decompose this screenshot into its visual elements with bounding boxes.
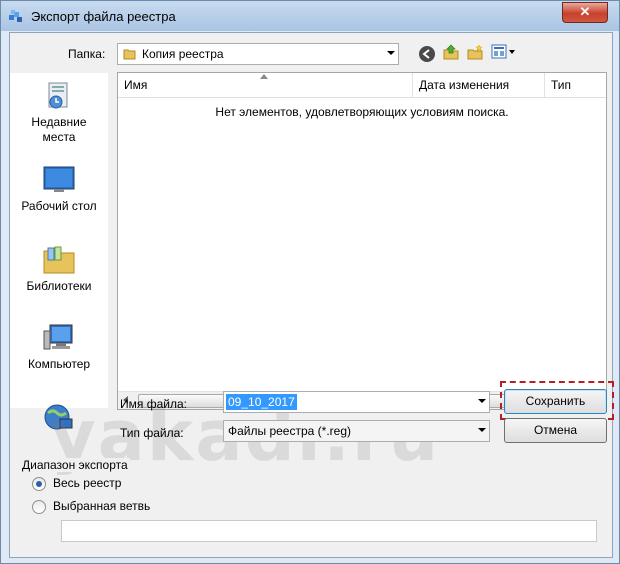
- computer-icon: [42, 323, 76, 353]
- filename-value: 09_10_2017: [226, 394, 297, 410]
- title-bar[interactable]: Экспорт файла реестра ✕: [1, 1, 619, 31]
- back-icon[interactable]: [418, 45, 436, 63]
- filename-label: Имя файла:: [120, 397, 187, 411]
- regedit-icon: [9, 10, 22, 22]
- column-label: Имя: [124, 78, 148, 92]
- radio-all-label: Весь реестр: [53, 476, 122, 490]
- new-folder-icon[interactable]: [466, 43, 484, 61]
- sort-ascending-icon: [260, 74, 268, 79]
- filetype-select[interactable]: Файлы реестра (*.reg): [223, 420, 490, 442]
- column-type[interactable]: Тип: [545, 73, 606, 97]
- window-title: Экспорт файла реестра: [31, 9, 176, 24]
- desktop-icon: [42, 165, 76, 195]
- column-name[interactable]: Имя: [118, 73, 413, 97]
- place-recent[interactable]: Недавние места: [10, 81, 108, 145]
- place-label: Компьютер: [27, 357, 91, 371]
- places-sidebar: Недавние места Рабочий стол Библиотеки К…: [10, 73, 108, 430]
- radio-branch-label: Выбранная ветвь: [53, 499, 151, 513]
- dialog-body: Папка: Копия реестра Недавние места Рабо…: [9, 32, 614, 558]
- recent-places-icon: [42, 81, 76, 111]
- filename-input[interactable]: 09_10_2017: [223, 391, 490, 413]
- place-computer[interactable]: Компьютер: [10, 323, 108, 372]
- chevron-down-icon[interactable]: [478, 399, 486, 403]
- filetype-value: Файлы реестра (*.reg): [228, 424, 351, 438]
- filetype-label: Тип файла:: [120, 426, 184, 440]
- save-button[interactable]: Сохранить: [504, 389, 607, 414]
- chevron-down-icon: [387, 51, 395, 55]
- folder-select[interactable]: Копия реестра: [117, 43, 399, 65]
- folder-icon: [123, 49, 136, 60]
- folder-label: Папка:: [68, 47, 106, 61]
- place-libraries[interactable]: Библиотеки: [10, 245, 108, 294]
- cancel-button[interactable]: Отмена: [504, 418, 607, 443]
- view-menu-icon[interactable]: [491, 44, 517, 60]
- place-label: Библиотеки: [26, 279, 92, 293]
- up-folder-icon[interactable]: [442, 43, 460, 61]
- radio-selected-branch[interactable]: [32, 500, 46, 514]
- place-label: Рабочий стол: [21, 199, 97, 213]
- folder-value: Копия реестра: [142, 47, 224, 61]
- place-desktop[interactable]: Рабочий стол: [10, 165, 108, 214]
- export-registry-dialog: Экспорт файла реестра ✕ Папка: Копия рее…: [0, 0, 620, 564]
- place-label: Недавние места: [31, 115, 87, 144]
- column-date[interactable]: Дата изменения: [413, 73, 545, 97]
- chevron-down-icon: [478, 428, 486, 432]
- libraries-icon: [42, 245, 76, 275]
- column-label: Дата изменения: [419, 78, 510, 92]
- empty-message: Нет элементов, удовлетворяющих условиям …: [215, 105, 509, 119]
- file-list[interactable]: Имя Дата изменения Тип Нет элементов, уд…: [117, 72, 607, 410]
- column-label: Тип: [551, 78, 572, 92]
- export-range-group: Диапазон экспорта Весь реестр Выбранная …: [16, 458, 608, 557]
- export-range-title: Диапазон экспорта: [20, 458, 130, 472]
- radio-all-registry[interactable]: [32, 477, 46, 491]
- close-button[interactable]: ✕: [562, 2, 608, 23]
- list-header: Имя Дата изменения Тип: [118, 73, 606, 98]
- branch-path-input[interactable]: [61, 520, 597, 542]
